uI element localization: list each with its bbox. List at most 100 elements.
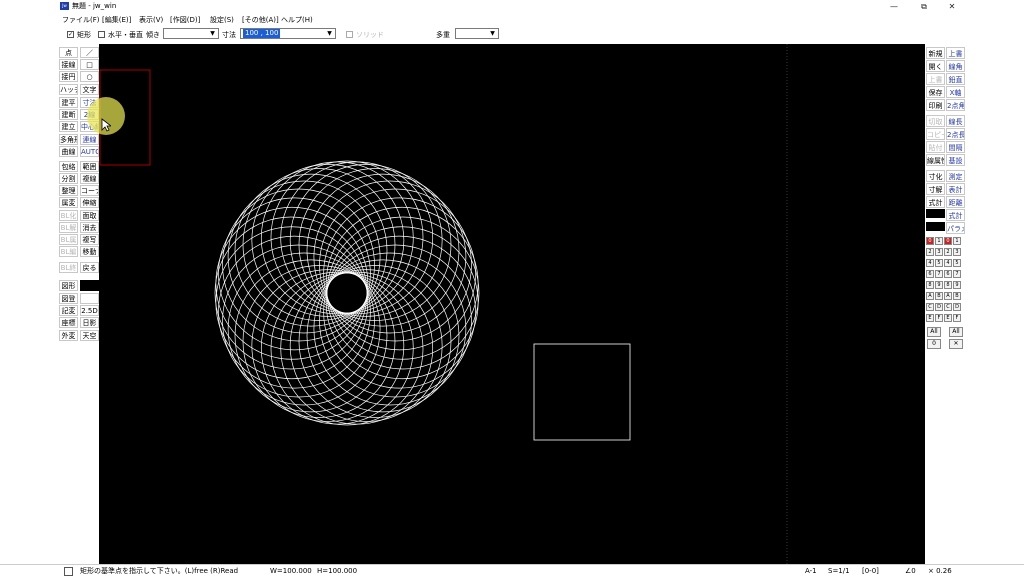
menu-help[interactable]: ヘルプ(H) — [281, 15, 313, 25]
group-button-F[interactable]: F — [953, 314, 961, 322]
layer-button-7[interactable]: 7 — [935, 270, 943, 278]
scale-button[interactable]: S=1/1 — [828, 566, 850, 576]
tool-18-0[interactable]: 図形 — [59, 280, 78, 291]
tool-22-0[interactable]: 外変 — [59, 330, 78, 341]
group-button-B[interactable]: B — [953, 292, 961, 300]
tool-14-1[interactable]: 消去 — [80, 222, 99, 233]
tool-11-1[interactable]: コーナー — [80, 185, 99, 196]
group-button-2[interactable]: 2 — [944, 248, 952, 256]
angle-button[interactable]: ∠0 — [905, 566, 916, 576]
right-tool-10-0[interactable]: 寸解 — [926, 183, 945, 195]
tool-14-0[interactable]: BL解 — [59, 222, 78, 233]
right-tool-11-0[interactable]: 式計 — [926, 196, 945, 208]
paper-size-button[interactable]: A-1 — [805, 566, 817, 576]
multi-combo[interactable]: ▼ — [455, 28, 499, 39]
horiz-vert-checkbox[interactable] — [98, 31, 105, 38]
right-tool-6-1[interactable]: 2点長 — [946, 128, 965, 140]
tool-2-0[interactable]: 接円 — [59, 71, 78, 82]
tool-10-1[interactable]: 複線 — [80, 173, 99, 184]
dim-combo[interactable]: 100 , 100 ▼ — [240, 28, 336, 39]
tool-1-0[interactable]: 接線 — [59, 59, 78, 70]
group-button-D[interactable]: D — [953, 303, 961, 311]
tool-16-1[interactable]: 移動 — [80, 246, 99, 257]
right-tool-2-0[interactable]: 上書 — [926, 73, 945, 85]
right-tool-12-1[interactable]: 式計 — [946, 209, 965, 221]
tool-16-0[interactable]: BL編 — [59, 246, 78, 257]
tool-9-1[interactable]: 範囲 — [80, 161, 99, 172]
tool-10-0[interactable]: 分割 — [59, 173, 78, 184]
tool-22-1[interactable]: 天空 — [80, 330, 99, 341]
group-button-E[interactable]: E — [944, 314, 952, 322]
right-tool-1-0[interactable]: 開く — [926, 60, 945, 72]
right-tool-0-0[interactable]: 新規 — [926, 47, 945, 59]
right-tool-9-0[interactable]: 寸化 — [926, 170, 945, 182]
right-tool-6-0[interactable]: コピー — [926, 128, 945, 140]
layer-button-D[interactable]: D — [935, 303, 943, 311]
right-tool-9-1[interactable]: 測定 — [946, 170, 965, 182]
tool-4-0[interactable]: 建平 — [59, 97, 78, 108]
tool-8-1[interactable]: AUTO — [80, 146, 99, 157]
layer-status-button[interactable]: [0-0] — [862, 566, 879, 576]
right-tool-5-1[interactable]: 線長 — [946, 115, 965, 127]
layer-button-2[interactable]: 2 — [926, 248, 934, 256]
maximize-button[interactable]: ⧉ — [910, 0, 938, 13]
tool-20-1[interactable]: 2.5D — [80, 305, 99, 316]
right-tool-4-1[interactable]: 2点角 — [946, 99, 965, 111]
layer-button-8[interactable]: 8 — [926, 281, 934, 289]
line-type-swatch[interactable] — [926, 209, 945, 218]
tool-5-0[interactable]: 建断 — [59, 109, 78, 120]
group-button-6[interactable]: 6 — [944, 270, 952, 278]
group-all-button[interactable]: All — [949, 327, 963, 337]
tool-1-1[interactable]: □ — [80, 59, 99, 70]
tool-9-0[interactable]: 包絡 — [59, 161, 78, 172]
tool-3-0[interactable]: ハッチ — [59, 84, 78, 95]
right-tool-5-0[interactable]: 切取 — [926, 115, 945, 127]
right-tool-11-1[interactable]: 距離 — [946, 196, 965, 208]
right-tool-7-1[interactable]: 間隔 — [946, 141, 965, 153]
right-tool-4-0[interactable]: 印刷 — [926, 99, 945, 111]
tool-12-0[interactable]: 属変 — [59, 197, 78, 208]
minimize-button[interactable]: — — [880, 0, 908, 13]
cross-icon[interactable]: ✕ — [949, 339, 963, 349]
tool-17-1[interactable]: 戻る — [80, 262, 99, 273]
layer-button-A[interactable]: A — [926, 292, 934, 300]
tool-6-0[interactable]: 建立 — [59, 121, 78, 132]
right-tool-2-1[interactable]: 鉛直 — [946, 73, 965, 85]
layer-button-6[interactable]: 6 — [926, 270, 934, 278]
tool-13-1[interactable]: 面取 — [80, 210, 99, 221]
right-tool-7-0[interactable]: 貼付 — [926, 141, 945, 153]
right-tool-3-1[interactable]: X軸 — [946, 86, 965, 98]
right-tool-0-1[interactable]: 上書 — [946, 47, 965, 59]
layer-button-0[interactable]: 0 — [926, 237, 934, 245]
group-button-9[interactable]: 9 — [953, 281, 961, 289]
menu-file[interactable]: ファイル(F) — [62, 15, 100, 25]
right-tool-3-0[interactable]: 保存 — [926, 86, 945, 98]
right-tool-8-0[interactable]: 線属性 — [926, 154, 945, 166]
tool-21-0[interactable]: 座標 — [59, 317, 78, 328]
tool-19-0[interactable]: 図登 — [59, 293, 78, 304]
right-tool-10-1[interactable]: 表計 — [946, 183, 965, 195]
layer-all-button[interactable]: All — [927, 327, 941, 337]
tool-20-0[interactable]: 記変 — [59, 305, 78, 316]
tool-2-1[interactable]: ○ — [80, 71, 99, 82]
tool-11-0[interactable]: 整理 — [59, 185, 78, 196]
group-button-8[interactable]: 8 — [944, 281, 952, 289]
group-button-C[interactable]: C — [944, 303, 952, 311]
group-button-A[interactable]: A — [944, 292, 952, 300]
layer-button-4[interactable]: 4 — [926, 259, 934, 267]
group-button-4[interactable]: 4 — [944, 259, 952, 267]
group-button-1[interactable]: 1 — [953, 237, 961, 245]
menu-edit[interactable]: [編集(E)] — [102, 15, 131, 25]
menu-draw[interactable]: [作図(D)] — [170, 15, 200, 25]
layer-button-E[interactable]: E — [926, 314, 934, 322]
tool-7-0[interactable]: 多角形 — [59, 134, 78, 145]
drawing-canvas[interactable] — [99, 44, 925, 564]
slope-combo[interactable]: ▼ — [163, 28, 219, 39]
tool-0-0[interactable]: 点 — [59, 47, 78, 58]
menu-other[interactable]: [その他(A)] — [242, 15, 279, 25]
tool-7-1[interactable]: 連線 — [80, 134, 99, 145]
tool-0-1[interactable]: ／ — [80, 47, 99, 58]
layer-button-B[interactable]: B — [935, 292, 943, 300]
rect-checkbox[interactable]: ✓ — [67, 31, 74, 38]
solid-checkbox[interactable] — [346, 31, 353, 38]
